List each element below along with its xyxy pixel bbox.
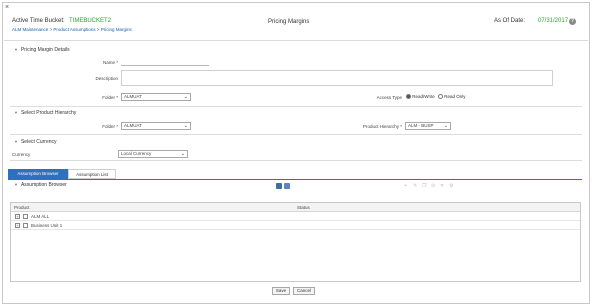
edit-icon[interactable]: ✎ (413, 183, 417, 189)
section-title: Select Currency (20, 139, 57, 145)
description-textarea[interactable] (121, 70, 553, 86)
header-divider (4, 40, 588, 41)
radio-read-write-label: Read/Write (412, 94, 435, 99)
radio-read-only-label: Read Only (444, 94, 466, 99)
product-hierarchy-label: Product Hierarchy * (362, 124, 402, 129)
breadcrumb[interactable]: ALM Maintenance > Product Assumptions > … (12, 27, 132, 32)
add-icon[interactable]: + (404, 183, 407, 189)
collapse-triangle-icon: ▼ (14, 110, 18, 115)
hierarchy-folder-select[interactable]: ALMUAT ⌄ (121, 122, 191, 130)
chevron-down-icon: ⌄ (183, 94, 188, 100)
as-of-date-value: 07/31/2017 (538, 18, 569, 24)
active-time-bucket-value: TIMEBUCKET2 (69, 18, 112, 24)
currency-label: Currency (12, 152, 31, 157)
hierarchy-folder-select-value: ALMUAT (124, 123, 142, 128)
product-hierarchy-select-value: ALM - BUSP (408, 123, 434, 128)
select-product-hierarchy-header[interactable]: ▼ Select Product Hierarchy (14, 110, 76, 116)
row-label: ALM ALL (31, 214, 50, 219)
assumption-tree: Product Status + ALM ALL + Business Unit… (10, 202, 581, 282)
save-button[interactable]: Save (272, 287, 290, 295)
chevron-down-icon: ⌄ (180, 151, 185, 157)
name-label: Name * (102, 60, 118, 65)
tab-assumption-list[interactable]: Assumption List (68, 169, 116, 179)
as-of-date-label: As Of Date: (494, 18, 526, 24)
collapse-triangle-icon: ▼ (14, 47, 18, 52)
tab-underline (8, 179, 582, 180)
folder-select-value: ALMUAT (124, 94, 142, 99)
radio-read-write[interactable] (406, 94, 411, 100)
pricing-margin-details-header[interactable]: ▼ Pricing Margin Details (14, 47, 70, 53)
currency-select-value: Local Currency (121, 151, 152, 156)
assumption-browser-header[interactable]: ▼ Assumption Browser (14, 182, 67, 188)
product-hierarchy-select[interactable]: ALM - BUSP ⌄ (405, 122, 451, 130)
row-label: Business Unit 1 (31, 223, 63, 228)
section-title: Assumption Browser (20, 182, 67, 188)
folder-label: Folder * (102, 95, 118, 100)
collapse-triangle-icon: ▼ (14, 139, 18, 144)
chevron-down-icon: ⌄ (443, 123, 448, 129)
tree-row[interactable]: + Business Unit 1 (11, 221, 580, 230)
active-time-bucket-label: Active Time Bucket: (12, 18, 65, 24)
help-icon[interactable]: ? (569, 18, 576, 25)
access-type-label: Access Type (376, 95, 402, 100)
copy-icon[interactable]: ❐ (422, 183, 426, 189)
select-currency-header[interactable]: ▼ Select Currency (14, 139, 57, 145)
product-column-header: Product (14, 205, 30, 210)
collapse-triangle-icon: ▼ (14, 182, 18, 187)
collapse-all-icon[interactable] (284, 183, 290, 189)
access-type-radio-group: Read/Write Read Only (406, 94, 466, 100)
section-divider (10, 160, 582, 161)
name-input[interactable] (121, 60, 209, 66)
row-checkbox[interactable] (23, 214, 28, 219)
section-divider (10, 106, 582, 107)
settings-icon[interactable]: ⚙ (449, 183, 453, 189)
tab-assumption-browser[interactable]: Assumption Browser (8, 169, 68, 179)
description-label: Description (95, 76, 118, 81)
chevron-down-icon: ⌄ (183, 123, 188, 129)
status-column-header: Status (297, 205, 310, 210)
radio-read-only[interactable] (437, 94, 443, 100)
close-icon[interactable]: × (5, 4, 9, 11)
expand-plus-icon[interactable]: + (15, 223, 20, 228)
cancel-button[interactable]: Cancel (293, 287, 315, 295)
expand-all-icon[interactable] (276, 183, 282, 189)
view-icon[interactable]: ⊙ (431, 183, 435, 189)
tree-header: Product Status (11, 203, 580, 212)
section-divider (10, 134, 582, 135)
page-title: Pricing Margins (268, 19, 310, 25)
currency-select[interactable]: Local Currency ⌄ (118, 150, 188, 158)
folder-select[interactable]: ALMUAT ⌄ (121, 93, 191, 101)
delete-icon[interactable]: ✕ (440, 183, 444, 189)
tree-row[interactable]: + ALM ALL (11, 212, 580, 221)
hierarchy-folder-label: Folder * (102, 124, 118, 129)
section-title: Select Product Hierarchy (20, 110, 77, 116)
row-checkbox[interactable] (23, 223, 28, 228)
section-title: Pricing Margin Details (20, 47, 70, 53)
expand-plus-icon[interactable]: + (15, 214, 20, 219)
